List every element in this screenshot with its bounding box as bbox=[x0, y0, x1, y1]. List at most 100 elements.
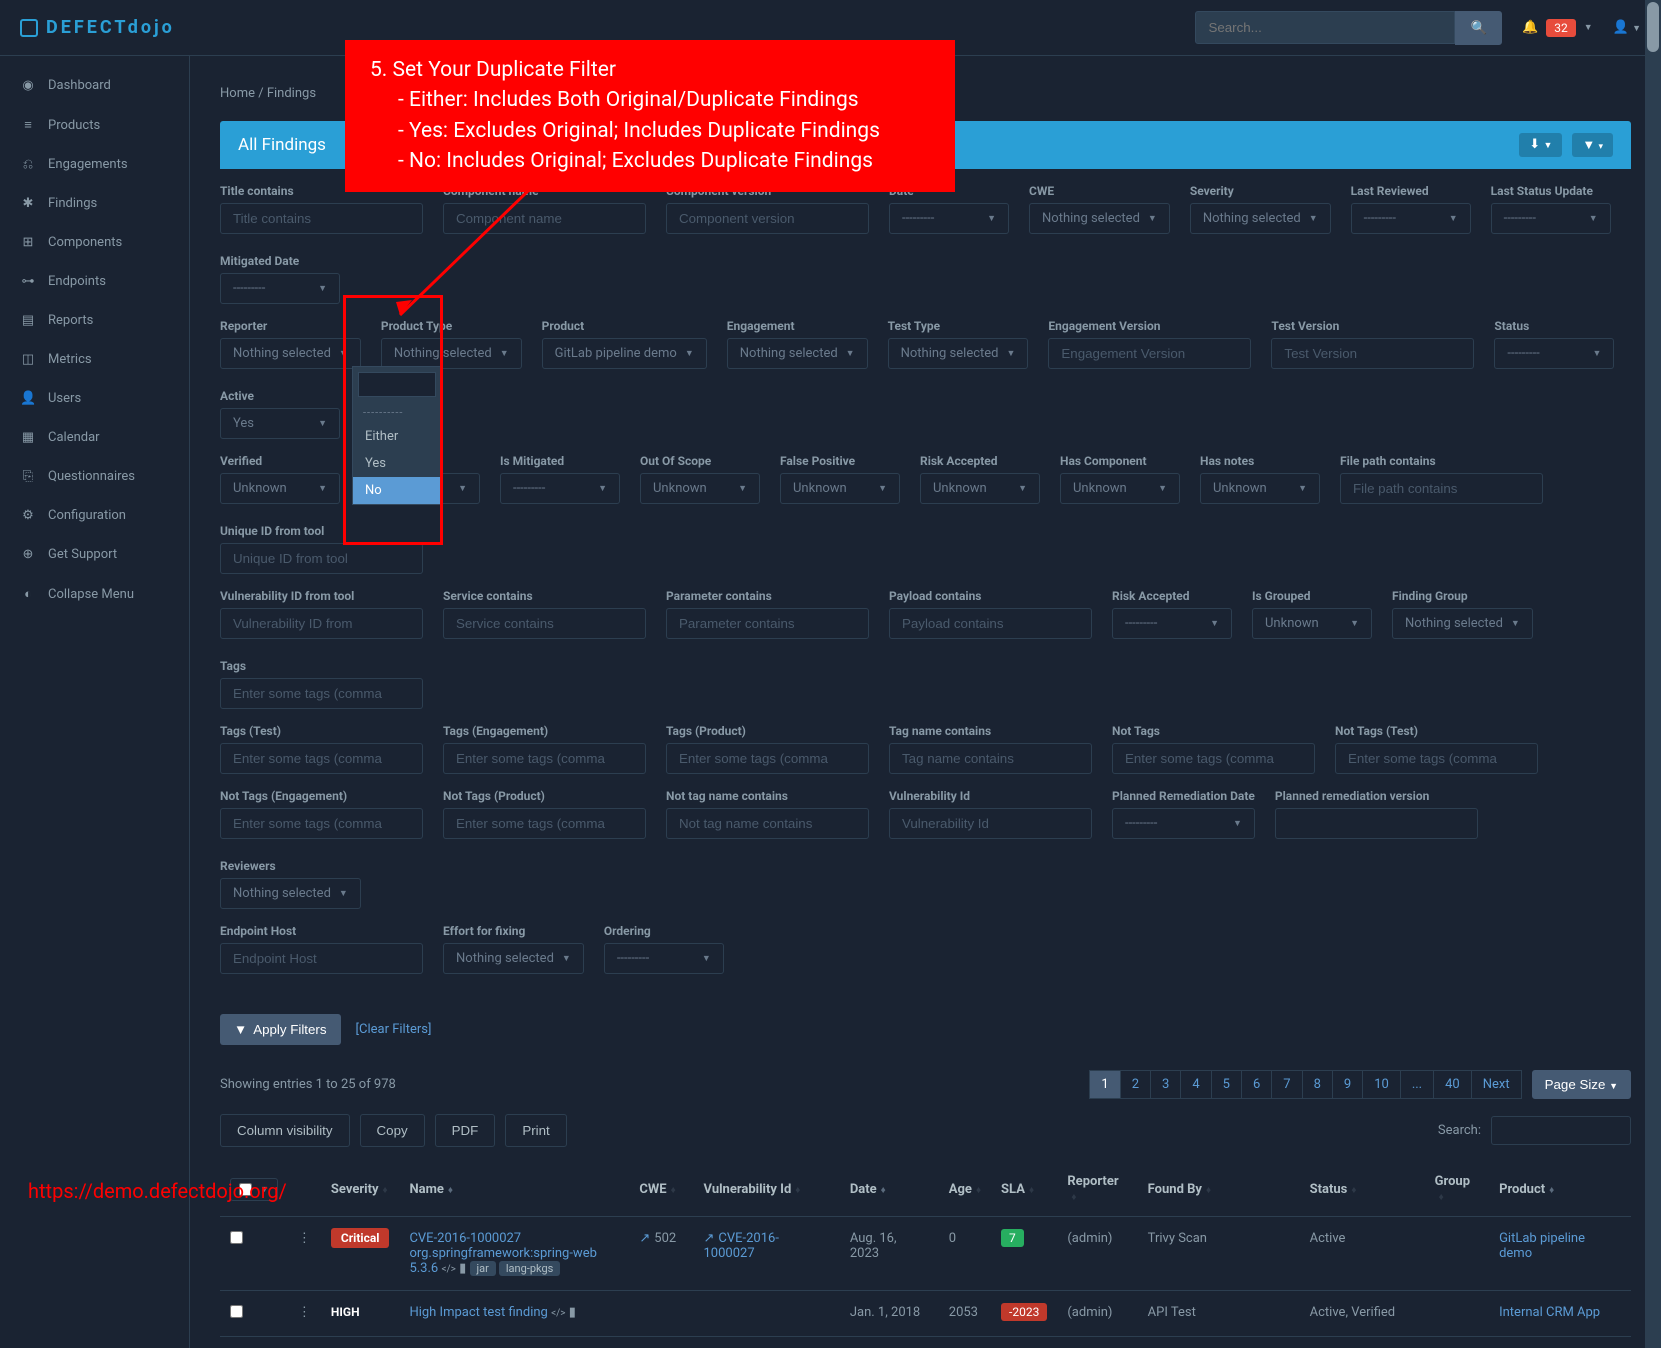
sidebar-item-users[interactable]: 👤Users bbox=[0, 379, 189, 418]
download-button[interactable]: ⬇ ▼ bbox=[1519, 133, 1562, 157]
filter-input-endpoint_host[interactable] bbox=[220, 943, 423, 974]
filter-select-ordering[interactable]: ---------▼ bbox=[604, 943, 724, 974]
row-actions-menu[interactable]: ⋮ bbox=[298, 1305, 311, 1320]
page-10[interactable]: 10 bbox=[1362, 1070, 1401, 1099]
sidebar-item-components[interactable]: ⊞Components bbox=[0, 223, 189, 262]
sidebar-item-endpoints[interactable]: ⊶Endpoints bbox=[0, 262, 189, 301]
vuln-link[interactable]: CVE-2016-1000027 bbox=[704, 1231, 779, 1261]
filter-input-payload_contains[interactable] bbox=[889, 608, 1092, 639]
filter-select-finding_group[interactable]: Nothing selected▼ bbox=[1392, 608, 1533, 639]
sidebar-item-dashboard[interactable]: ◉Dashboard bbox=[0, 66, 189, 105]
product-link[interactable]: Internal CRM App bbox=[1499, 1305, 1600, 1320]
col-Found By[interactable]: Found By♦ bbox=[1138, 1162, 1300, 1217]
filter-input-tags_test[interactable] bbox=[220, 743, 423, 774]
page-9[interactable]: 9 bbox=[1332, 1070, 1363, 1099]
filter-select-product[interactable]: GitLab pipeline demo▼ bbox=[542, 338, 707, 369]
filter-input-title_contains[interactable] bbox=[220, 203, 423, 234]
page-8[interactable]: 8 bbox=[1302, 1070, 1333, 1099]
col-SLA[interactable]: SLA♦ bbox=[991, 1162, 1057, 1217]
sidebar-item-get-support[interactable]: ⊕Get Support bbox=[0, 535, 189, 574]
copy-button[interactable]: Copy bbox=[360, 1114, 425, 1147]
filter-select-status[interactable]: ---------▼ bbox=[1494, 338, 1614, 369]
breadcrumb-current[interactable]: Findings bbox=[267, 86, 316, 101]
column-visibility-button[interactable]: Column visibility bbox=[220, 1114, 350, 1147]
filter-select-severity[interactable]: Nothing selected▼ bbox=[1190, 203, 1331, 234]
filter-input-not_tags_engagement[interactable] bbox=[220, 808, 423, 839]
filter-input-planned_remediation_version[interactable] bbox=[1275, 808, 1478, 839]
filter-select-has_notes[interactable]: Unknown▼ bbox=[1200, 473, 1320, 504]
filter-select-is_grouped[interactable]: Unknown▼ bbox=[1252, 608, 1372, 639]
sidebar-item-calendar[interactable]: ▦Calendar bbox=[0, 418, 189, 457]
filter-select-risk_accepted[interactable]: Unknown▼ bbox=[920, 473, 1040, 504]
notifications[interactable]: 🔔 32 ▼ bbox=[1522, 19, 1593, 37]
page-4[interactable]: 4 bbox=[1180, 1070, 1211, 1099]
page-7[interactable]: 7 bbox=[1271, 1070, 1302, 1099]
sidebar-item-engagements[interactable]: ⎌Engagements bbox=[0, 145, 189, 184]
sidebar-item-configuration[interactable]: ⚙Configuration bbox=[0, 496, 189, 535]
breadcrumb-home[interactable]: Home bbox=[220, 86, 255, 101]
filter-input-tag_name_contains[interactable] bbox=[889, 743, 1092, 774]
filter-select-planned_remediation_date[interactable]: ---------▼ bbox=[1112, 808, 1255, 839]
filter-select-false_positive[interactable]: Unknown▼ bbox=[780, 473, 900, 504]
clear-filters-link[interactable]: [Clear Filters] bbox=[356, 1022, 432, 1037]
sidebar-item-collapse-menu[interactable]: ◐Collapse Menu bbox=[0, 574, 189, 614]
dropdown-option-either[interactable]: Either bbox=[353, 423, 441, 450]
page-1[interactable]: 1 bbox=[1089, 1070, 1120, 1099]
filter-select-is_mitigated[interactable]: ---------▼ bbox=[500, 473, 620, 504]
filter-toggle-button[interactable]: ▼ ▾ bbox=[1572, 133, 1613, 157]
page-...[interactable]: ... bbox=[1400, 1070, 1434, 1099]
filter-input-component_version[interactable] bbox=[666, 203, 869, 234]
filter-input-component_name[interactable] bbox=[443, 203, 646, 234]
filter-input-engagement_version[interactable] bbox=[1048, 338, 1251, 369]
filter-select-reviewers[interactable]: Nothing selected▼ bbox=[220, 878, 361, 909]
filter-input-tags_engagement[interactable] bbox=[443, 743, 646, 774]
filter-select-test_type[interactable]: Nothing selected▼ bbox=[888, 338, 1029, 369]
filter-select-active[interactable]: Yes▼ bbox=[220, 408, 340, 439]
col-Reporter[interactable]: Reporter♦ bbox=[1057, 1162, 1137, 1217]
dropdown-search-input[interactable] bbox=[358, 372, 436, 397]
filter-select-last_status_update[interactable]: ---------▼ bbox=[1491, 203, 1611, 234]
filter-input-vulnerability_id[interactable] bbox=[889, 808, 1092, 839]
page-5[interactable]: 5 bbox=[1211, 1070, 1242, 1099]
filter-select-date[interactable]: ---------▼ bbox=[889, 203, 1009, 234]
sidebar-item-reports[interactable]: ▤Reports bbox=[0, 301, 189, 340]
filter-input-tags_product[interactable] bbox=[666, 743, 869, 774]
col-Vulnerability Id[interactable]: Vulnerability Id♦ bbox=[694, 1162, 840, 1217]
filter-select-effort_for_fixing[interactable]: Nothing selected▼ bbox=[443, 943, 584, 974]
col-Product[interactable]: Product♦ bbox=[1489, 1162, 1631, 1217]
tag-chip[interactable]: jar bbox=[470, 1261, 496, 1276]
filter-input-file_path[interactable] bbox=[1340, 473, 1543, 504]
col-Severity[interactable]: Severity♦ bbox=[321, 1162, 400, 1217]
sidebar-item-questionnaires[interactable]: ⎘Questionnaires bbox=[0, 457, 189, 496]
filter-input-vuln_id_from_tool[interactable] bbox=[220, 608, 423, 639]
user-menu[interactable]: 👤 ▼ bbox=[1613, 20, 1641, 35]
scrollbar[interactable] bbox=[1645, 0, 1661, 1348]
filter-input-not_tags_product[interactable] bbox=[443, 808, 646, 839]
col-Age[interactable]: Age♦ bbox=[939, 1162, 991, 1217]
external-link-icon[interactable]: ↗ bbox=[704, 1231, 715, 1246]
col-Group[interactable]: Group♦ bbox=[1425, 1162, 1489, 1217]
search-input[interactable] bbox=[1195, 11, 1455, 44]
filter-select-reporter[interactable]: Nothing selected▼ bbox=[220, 338, 361, 369]
filter-select-out_of_scope[interactable]: Unknown▼ bbox=[640, 473, 760, 504]
row-checkbox[interactable] bbox=[230, 1231, 243, 1244]
page-6[interactable]: 6 bbox=[1241, 1070, 1272, 1099]
page-2[interactable]: 2 bbox=[1120, 1070, 1151, 1099]
table-search-input[interactable] bbox=[1491, 1116, 1631, 1145]
dropdown-option-no[interactable]: No bbox=[353, 477, 441, 504]
dropdown-option-yes[interactable]: Yes bbox=[353, 450, 441, 477]
page-size-button[interactable]: Page Size ▼ bbox=[1532, 1070, 1631, 1099]
sidebar-item-findings[interactable]: ✱Findings bbox=[0, 184, 189, 223]
filter-input-parameter_contains[interactable] bbox=[666, 608, 869, 639]
filter-input-test_version[interactable] bbox=[1271, 338, 1474, 369]
filter-select-mitigated_date[interactable]: ---------▼ bbox=[220, 273, 340, 304]
print-button[interactable]: Print bbox=[505, 1114, 566, 1147]
sidebar-item-metrics[interactable]: ◫Metrics bbox=[0, 340, 189, 379]
row-checkbox[interactable] bbox=[230, 1305, 243, 1318]
external-link-icon[interactable]: ↗ bbox=[639, 1231, 650, 1246]
filter-input-not_tags_test[interactable] bbox=[1335, 743, 1538, 774]
filter-select-last_reviewed[interactable]: ---------▼ bbox=[1351, 203, 1471, 234]
filter-select-verified[interactable]: Unknown▼ bbox=[220, 473, 340, 504]
filter-select-risk_accepted2[interactable]: ---------▼ bbox=[1112, 608, 1232, 639]
filter-input-not_tags[interactable] bbox=[1112, 743, 1315, 774]
